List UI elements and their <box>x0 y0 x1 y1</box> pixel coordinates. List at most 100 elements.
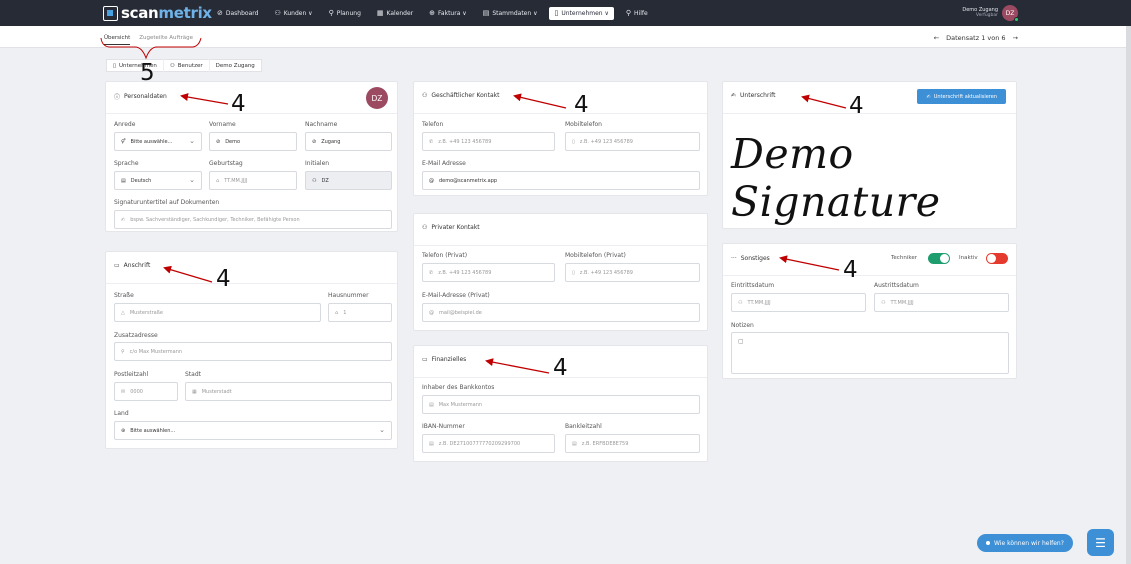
city-icon: ▦ <box>192 388 197 395</box>
telefon-privat-field[interactable]: ✆ z.B. +49 123 456789 <box>422 263 555 282</box>
card-icon: ▤ <box>429 440 434 447</box>
next-record-button[interactable]: → <box>1013 34 1018 42</box>
hausnummer-field[interactable]: ⌂ 1 <box>328 303 392 322</box>
card-title: ··· Sonstiges <box>731 255 770 262</box>
field-value: Zugang <box>321 138 341 145</box>
prev-record-button[interactable]: ← <box>934 34 939 42</box>
annotation-number: 4 <box>216 266 231 292</box>
sprache-select[interactable]: ▤ Deutsch ⌄ <box>114 171 202 190</box>
building-icon: ▯ <box>113 62 117 69</box>
mobil-privat-field[interactable]: ▯ z.B. +49 123 456789 <box>565 263 700 282</box>
status-dot-icon <box>986 541 990 545</box>
logo-text-metrix: metrix <box>158 4 212 22</box>
notizen-textarea[interactable]: ▢ <box>731 332 1009 374</box>
label-notizen: Notizen <box>731 322 754 329</box>
mobil-field[interactable]: ▯ z.B. +49 123 456789 <box>565 132 700 151</box>
austritt-field[interactable]: ⚇ TT.MM.JJJJ <box>874 293 1009 312</box>
update-signature-button[interactable]: ✍ Unterschrift aktualisieren <box>917 89 1006 104</box>
avatar[interactable]: DZ <box>1002 5 1019 22</box>
label-strasse: Straße <box>114 292 134 299</box>
crumb-company[interactable]: ▯ Unternehmen <box>107 59 164 72</box>
zusatz-field[interactable]: ⚲ c/o Max Mustermann <box>114 342 392 361</box>
field-placeholder: z.B. +49 123 456789 <box>438 138 492 145</box>
blz-field[interactable]: ▤ z.B. ERFBDE8E759 <box>565 434 700 453</box>
billing-icon: ⊕ <box>429 9 436 17</box>
telefon-field[interactable]: ✆ z.B. +49 123 456789 <box>422 132 555 151</box>
scrollbar[interactable] <box>1126 26 1131 564</box>
land-select[interactable]: ⊛ Bitte auswählen... ⌄ <box>114 421 392 440</box>
iban-field[interactable]: ▤ z.B. DE27100777770209299700 <box>422 434 555 453</box>
field-placeholder: TT.MM.JJJJ <box>224 177 248 184</box>
email-field[interactable]: @ demo@scanmetrix.app <box>422 171 700 190</box>
toggle-knob <box>987 254 996 263</box>
card-title-text: Sonstiges <box>740 255 770 262</box>
nav-dashboard[interactable]: ⊘ Dashboard <box>209 0 266 26</box>
mobile-icon: ▯ <box>572 138 575 145</box>
tag-icon: ⊘ <box>216 138 221 145</box>
nachname-field[interactable]: ⊘ Zugang <box>305 132 392 151</box>
nav-hilfe[interactable]: ⚲ Hilfe <box>618 0 656 26</box>
crumb-users[interactable]: ⚇ Benutzer <box>164 59 210 72</box>
nav-faktura[interactable]: ⊕ Faktura ∨ <box>421 0 475 26</box>
label-plz: Postleitzahl <box>114 371 149 378</box>
geburtstag-field[interactable]: ⌂ TT.MM.JJJJ <box>209 171 297 190</box>
address-card-icon: ▭ <box>114 262 120 269</box>
chevron-down-icon: ⌄ <box>189 176 195 184</box>
main-menu: ⊘ Dashboard ⚇ Kunden ∨ ⚲ Planung ▦ Kalender … <box>209 0 656 26</box>
nav-kunden[interactable]: ⚇ Kunden ∨ <box>266 0 320 26</box>
mobile-icon: ▯ <box>572 269 575 276</box>
record-counter: Datensatz 1 von 6 <box>946 34 1006 42</box>
nav-label: Stammdaten ∨ <box>492 9 538 17</box>
email-privat-field[interactable]: @ mail@beispiel.de <box>422 303 700 322</box>
select-value: Deutsch <box>130 177 152 184</box>
chat-icon[interactable]: ☰ <box>1087 529 1114 556</box>
annotation-number: 4 <box>574 92 589 118</box>
select-value: Bitte auswähle... <box>130 138 173 145</box>
logo[interactable]: scan metrix <box>103 4 212 22</box>
label-anrede: Anrede <box>114 121 136 128</box>
nav-stammdaten[interactable]: ▤ Stammdaten ∨ <box>475 0 546 26</box>
stadt-field[interactable]: ▦ Musterstadt <box>185 382 392 401</box>
user-icon: ⚇ <box>312 177 317 184</box>
strasse-field[interactable]: △ Musterstraße <box>114 303 321 322</box>
field-placeholder: TT.MM.JJJJ <box>890 299 914 306</box>
avatar[interactable]: DZ <box>366 87 388 109</box>
signature-icon: ✍ <box>926 93 931 100</box>
signatur-field[interactable]: ✍ bspw. Sachverständiger, Sachkundiger, T… <box>114 210 392 229</box>
tab-assigned-orders[interactable]: Zugeteilte Aufträge <box>139 35 193 45</box>
nav-label: Unternehmen ∨ <box>561 9 609 17</box>
plz-field[interactable]: ✉ 0000 <box>114 382 178 401</box>
divider <box>414 245 707 246</box>
nav-unternehmen[interactable]: ▯ Unternehmen ∨ <box>549 6 614 20</box>
road-icon: △ <box>121 309 125 316</box>
at-icon: @ <box>429 309 434 316</box>
vorname-field[interactable]: ⊘ Demo <box>209 132 297 151</box>
card-title: ⚇ Privater Kontakt <box>422 224 480 231</box>
user-menu[interactable]: Demo Zugang Verfügbar DZ <box>962 5 1019 22</box>
nav-label: Planung <box>336 9 361 17</box>
nav-kalender[interactable]: ▦ Kalender <box>369 0 421 26</box>
techniker-toggle[interactable] <box>928 253 950 264</box>
field-placeholder: Musterstraße <box>129 309 163 316</box>
inhaber-field[interactable]: ▤ Max Mustermann <box>422 395 700 414</box>
anrede-select[interactable]: ⚥ Bitte auswähle... ⌄ <box>114 132 202 151</box>
label-inaktiv: Inaktiv <box>959 255 978 261</box>
nav-label: Hilfe <box>634 9 648 17</box>
breadcrumb: ▯ Unternehmen ⚇ Benutzer Demo Zugang <box>106 59 262 72</box>
card-signature: ✍ Unterschrift ✍ Unterschrift aktualisiere… <box>722 81 1017 229</box>
card-title-text: Anschrift <box>123 262 151 269</box>
tab-overview[interactable]: Übersicht <box>104 35 131 45</box>
card-title: ✍ Unterschrift <box>731 92 775 99</box>
planning-icon: ⚲ <box>328 9 334 17</box>
eintritt-field[interactable]: ⚇ TT.MM.JJJJ <box>731 293 866 312</box>
field-value: Demo <box>225 138 241 145</box>
inaktiv-toggle[interactable] <box>986 253 1008 264</box>
nav-planung[interactable]: ⚲ Planung <box>321 0 369 26</box>
annotation-number: 4 <box>843 257 858 283</box>
crumb-demo[interactable]: Demo Zugang <box>210 59 261 72</box>
field-placeholder: c/o Max Mustermann <box>129 348 183 355</box>
gender-icon: ⚥ <box>121 138 126 145</box>
label-iban: IBAN-Nummer <box>422 423 465 430</box>
dashboard-icon: ⊘ <box>217 9 223 17</box>
help-chat-button[interactable]: Wie können wir helfen? <box>977 534 1073 552</box>
